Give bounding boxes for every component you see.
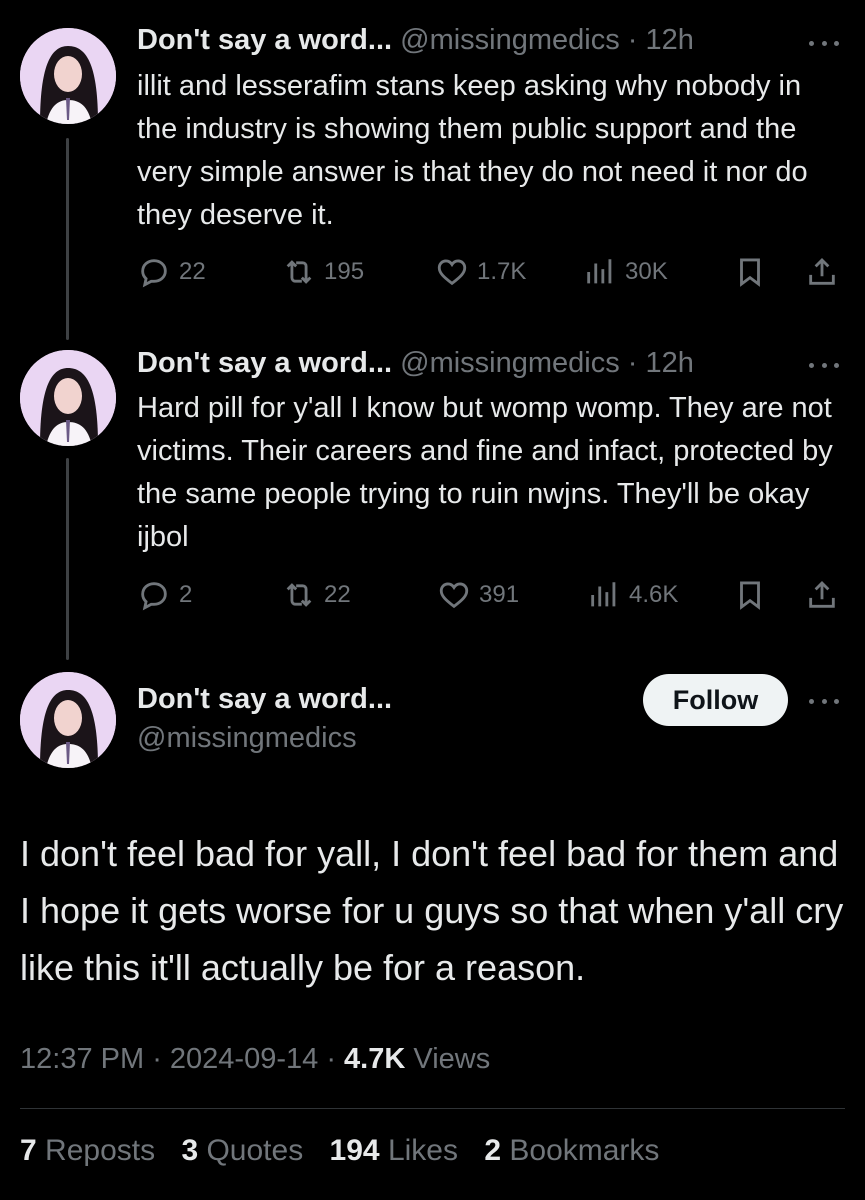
tweet-text: Hard pill for y'all I know but womp womp… (137, 392, 833, 553)
views-count: 4.7K (344, 1043, 406, 1075)
reply-icon (141, 259, 167, 288)
repost-button[interactable]: 22 (282, 575, 351, 615)
author-handle[interactable]: @missingmedics (400, 347, 620, 379)
avatar[interactable] (20, 350, 116, 446)
share-button[interactable] (805, 575, 839, 615)
avatar[interactable] (20, 28, 116, 124)
reposts-count: 7 (20, 1134, 37, 1167)
quotes-stat[interactable]: 3 Quotes (181, 1134, 303, 1167)
repost-count: 195 (324, 258, 365, 285)
tweet-meta: 12:37 PM · 2024-09-14 · 4.7K Views (20, 1043, 491, 1075)
quotes-count: 3 (181, 1134, 199, 1167)
bookmark-icon (740, 258, 760, 287)
like-count: 391 (479, 581, 520, 608)
more-icon[interactable] (809, 360, 839, 370)
like-button[interactable]: 391 (437, 575, 519, 615)
views-count: 4.6K (629, 581, 679, 608)
author-name[interactable]: Don't say a word... (137, 347, 392, 379)
reply-count: 2 (179, 581, 193, 608)
share-icon (809, 257, 835, 285)
tweet-date[interactable]: 2024-09-14 (170, 1043, 318, 1075)
views-icon (587, 259, 612, 284)
likes-label: Likes (387, 1134, 458, 1167)
tweet-actions: 2 22 391 4.6K (137, 575, 837, 615)
more-icon[interactable] (809, 696, 839, 706)
like-icon (439, 582, 469, 609)
share-button[interactable] (805, 252, 839, 292)
bookmarks-count: 2 (484, 1134, 502, 1167)
tweet-header: Don't say a word... @missingmedics · 12h (137, 347, 694, 379)
reply-icon (141, 582, 167, 611)
avatar[interactable] (20, 672, 116, 768)
reply-button[interactable]: 2 (137, 575, 192, 615)
repost-icon (286, 583, 312, 607)
main-tweet-text: I don't feel bad for yall, I don't feel … (20, 833, 844, 988)
share-icon (809, 580, 835, 608)
quotes-label: Quotes (206, 1134, 304, 1167)
tweet-time[interactable]: 12h (646, 24, 694, 56)
author-name[interactable]: Don't say a word... (137, 683, 392, 716)
reply-button[interactable]: 22 (137, 252, 206, 292)
like-icon (437, 259, 467, 286)
like-count: 1.7K (477, 258, 527, 285)
views-icon (591, 582, 616, 607)
views-button[interactable]: 4.6K (587, 575, 678, 615)
bookmark-button[interactable] (733, 575, 767, 615)
tweet-time[interactable]: 12:37 PM (20, 1043, 144, 1075)
repost-icon (286, 260, 312, 284)
tweet-text: illit and lesserafim stans keep asking w… (137, 70, 808, 231)
views-button[interactable]: 30K (583, 252, 668, 292)
author-handle[interactable]: @missingmedics (400, 24, 620, 56)
likes-stat[interactable]: 194 Likes (330, 1134, 458, 1167)
tweet-time[interactable]: 12h (646, 347, 694, 379)
views-count: 30K (625, 258, 668, 285)
tweet-actions: 22 195 1.7K 30K (137, 252, 837, 292)
like-button[interactable]: 1.7K (435, 252, 526, 292)
reposts-label: Reposts (45, 1134, 156, 1167)
bookmarks-stat[interactable]: 2 Bookmarks (484, 1134, 659, 1167)
views-label: Views (413, 1043, 491, 1075)
bookmark-button[interactable] (733, 252, 767, 292)
bookmarks-label: Bookmarks (509, 1134, 660, 1167)
author-name[interactable]: Don't say a word... (137, 24, 392, 56)
thread-line (66, 138, 69, 340)
reposts-stat[interactable]: 7 Reposts (20, 1134, 155, 1167)
thread-line (66, 458, 69, 660)
divider (20, 1108, 845, 1109)
follow-button[interactable]: Follow (643, 674, 788, 726)
engagement-stats: 7 Reposts 3 Quotes 194 Likes 2 Bookmarks (20, 1134, 677, 1168)
tweet-header: Don't say a word... @missingmedics · 12h (137, 24, 694, 56)
bookmark-icon (740, 581, 760, 610)
more-icon[interactable] (809, 38, 839, 48)
repost-count: 22 (324, 581, 351, 608)
repost-button[interactable]: 195 (282, 252, 364, 292)
reply-count: 22 (179, 258, 206, 285)
author-handle[interactable]: @missingmedics (137, 722, 357, 755)
likes-count: 194 (329, 1134, 380, 1167)
